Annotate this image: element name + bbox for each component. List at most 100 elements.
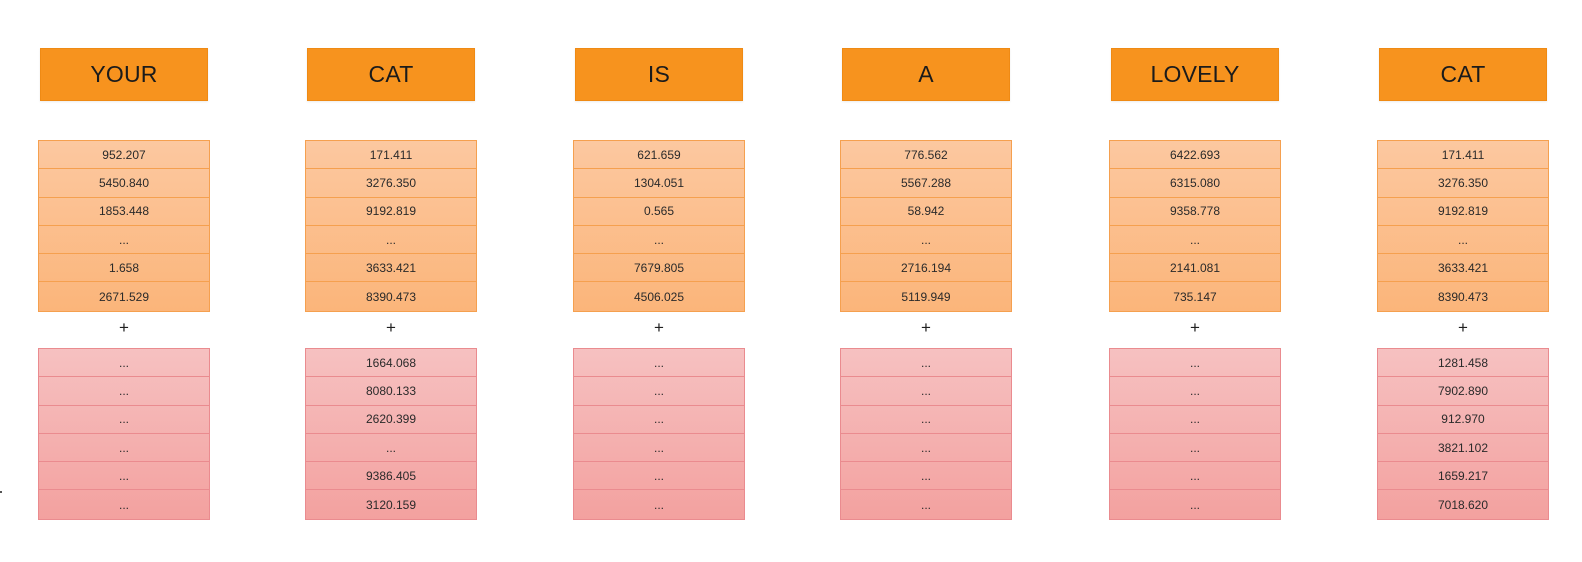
- position-cell: ...: [841, 377, 1011, 406]
- embedding-cell: 3633.421: [1378, 254, 1548, 283]
- positional-encoding-vector: 1281.458 7902.890 912.970 3821.102 1659.…: [1377, 348, 1549, 520]
- position-cell: 1281.458: [1378, 349, 1548, 378]
- position-cell: 1659.217: [1378, 462, 1548, 491]
- embedding-cell: 8390.473: [1437, 289, 1489, 304]
- embedding-cell: 621.659: [574, 141, 744, 170]
- embedding-cell: 8390.473: [365, 289, 417, 304]
- embedding-cell: 952.207: [39, 141, 209, 170]
- positional-encoding-vector: ... ... ... ... ... ...: [38, 348, 210, 520]
- token-box: CAT: [1379, 48, 1547, 101]
- plus-sign: +: [119, 318, 129, 337]
- embedding-cell: 6422.693: [1110, 141, 1280, 170]
- position-cell: ...: [1110, 377, 1280, 406]
- position-cell: ...: [306, 434, 476, 463]
- token-box: CAT: [307, 48, 475, 101]
- positional-encoding-vector: ... ... ... ... ... ...: [1109, 348, 1281, 520]
- position-cell: ...: [1110, 349, 1280, 378]
- embedding-cell: 1853.448: [39, 198, 209, 226]
- embedding-cell: 1304.051: [574, 169, 744, 198]
- embedding-cell: ...: [841, 226, 1011, 255]
- positional-encoding-vector: ... ... ... ... ... ...: [573, 348, 745, 520]
- token-column-4: A 776.562 5567.288 58.942 ... 2716.194 5…: [840, 0, 1014, 562]
- embedding-cell: 776.562: [841, 141, 1011, 170]
- embedding-cell: 2716.194: [841, 254, 1011, 283]
- position-cell: 3821.102: [1378, 434, 1548, 463]
- embedding-cell: 5450.840: [39, 169, 209, 198]
- embedding-cell: 171.411: [306, 141, 476, 170]
- embedding-cell: ...: [39, 226, 209, 255]
- token-box: IS: [575, 48, 743, 101]
- position-cell: ...: [39, 462, 209, 491]
- position-cell: ...: [39, 349, 209, 378]
- embedding-cell: 3633.421: [306, 254, 476, 283]
- embedding-cell: 5119.949: [901, 289, 951, 304]
- position-cell: ...: [841, 406, 1011, 434]
- embedding-cell: 5567.288: [841, 169, 1011, 198]
- position-cell: ...: [39, 434, 209, 463]
- token-column-5: LOVELY 6422.693 6315.080 9358.778 ... 21…: [1109, 0, 1283, 562]
- positional-encoding-vector: ... ... ... ... ... ...: [840, 348, 1012, 520]
- embedding-cell: 9192.819: [306, 198, 476, 226]
- position-cell: ...: [653, 497, 664, 512]
- embedding-cell: 58.942: [841, 198, 1011, 226]
- token-column-3: IS 621.659 1304.051 0.565 ... 7679.805 4…: [573, 0, 747, 562]
- position-cell: 8080.133: [306, 377, 476, 406]
- embedding-cell: 9358.778: [1110, 198, 1280, 226]
- plus-sign: +: [654, 318, 664, 337]
- plus-sign: +: [386, 318, 396, 337]
- position-cell: 7902.890: [1378, 377, 1548, 406]
- embedding-cell: 6315.080: [1110, 169, 1280, 198]
- position-cell: ...: [841, 349, 1011, 378]
- embedding-cell: 2671.529: [98, 289, 150, 304]
- position-cell: 3120.159: [365, 497, 417, 512]
- embedding-vector: 621.659 1304.051 0.565 ... 7679.805 4506…: [573, 140, 745, 312]
- embedding-cell: 0.565: [574, 198, 744, 226]
- embedding-cell: 171.411: [1378, 141, 1548, 170]
- embedding-cell: ...: [1110, 226, 1280, 255]
- embedding-cell: ...: [306, 226, 476, 255]
- token-box: A: [842, 48, 1010, 101]
- position-cell: ...: [574, 462, 744, 491]
- plus-sign: +: [1458, 318, 1468, 337]
- position-cell: ...: [920, 497, 931, 512]
- positional-encoding-vector: 1664.068 8080.133 2620.399 ... 9386.405 …: [305, 348, 477, 520]
- position-cell: ...: [118, 497, 129, 512]
- position-cell: ...: [574, 349, 744, 378]
- embedding-cell: ...: [574, 226, 744, 255]
- embedding-vector: 6422.693 6315.080 9358.778 ... 2141.081 …: [1109, 140, 1281, 312]
- embedding-vector: 952.207 5450.840 1853.448 ... 1.658 2671…: [38, 140, 210, 312]
- embedding-cell: 3276.350: [1378, 169, 1548, 198]
- position-cell: ...: [574, 406, 744, 434]
- embedding-cell: 4506.025: [633, 289, 685, 304]
- position-cell: ...: [39, 377, 209, 406]
- embedding-vector: 171.411 3276.350 9192.819 ... 3633.421 8…: [1377, 140, 1549, 312]
- embedding-vector: 776.562 5567.288 58.942 ... 2716.194 511…: [840, 140, 1012, 312]
- embedding-cell: 9192.819: [1378, 198, 1548, 226]
- position-cell: 2620.399: [306, 406, 476, 434]
- position-cell: ...: [841, 462, 1011, 491]
- token-box: LOVELY: [1111, 48, 1279, 101]
- position-cell: ...: [574, 434, 744, 463]
- token-column-6: CAT 171.411 3276.350 9192.819 ... 3633.4…: [1377, 0, 1551, 562]
- position-cell: ...: [39, 406, 209, 434]
- embedding-cell: 7679.805: [574, 254, 744, 283]
- position-cell: 9386.405: [306, 462, 476, 491]
- position-cell: ...: [1110, 434, 1280, 463]
- token-column-1: YOUR 952.207 5450.840 1853.448 ... 1.658…: [38, 0, 212, 562]
- position-cell: 1664.068: [306, 349, 476, 378]
- embedding-cell: 3276.350: [306, 169, 476, 198]
- position-cell: ...: [841, 434, 1011, 463]
- position-cell: ...: [1110, 406, 1280, 434]
- edge-dot: [0, 491, 2, 493]
- position-cell: 7018.620: [1437, 497, 1489, 512]
- position-cell: ...: [1189, 497, 1200, 512]
- embedding-cell: 735.147: [1173, 289, 1217, 304]
- token-column-2: CAT 171.411 3276.350 9192.819 ... 3633.4…: [305, 0, 479, 562]
- plus-sign: +: [921, 318, 931, 337]
- embedding-cell: 1.658: [39, 254, 209, 283]
- token-box: YOUR: [40, 48, 208, 101]
- position-cell: 912.970: [1378, 406, 1548, 434]
- position-cell: ...: [1110, 462, 1280, 491]
- embedding-vector: 171.411 3276.350 9192.819 ... 3633.421 8…: [305, 140, 477, 312]
- embedding-cell: 2141.081: [1110, 254, 1280, 283]
